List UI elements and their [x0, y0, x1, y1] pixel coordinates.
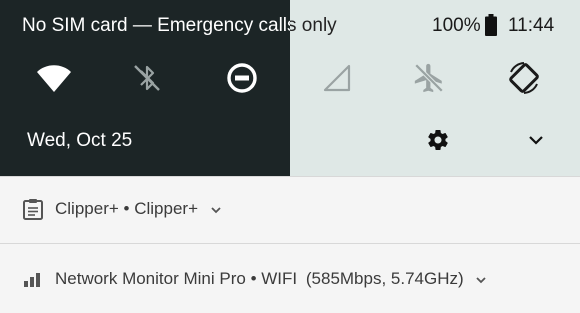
do-not-disturb-tile[interactable] — [222, 58, 262, 98]
airplane-mode-tile[interactable] — [409, 58, 449, 98]
notification-title: Clipper+ — [134, 199, 199, 218]
notification-network-monitor[interactable]: Network Monitor Mini Pro • WIFI (585Mbps… — [0, 243, 580, 313]
signal-bars-icon — [24, 273, 40, 287]
chevron-down-icon[interactable] — [474, 273, 488, 287]
wifi-icon — [37, 65, 71, 92]
airplane-mode-off-icon — [414, 63, 444, 93]
notification-header: Network Monitor Mini Pro • WIFI (585Mbps… — [55, 269, 488, 289]
expand-chevron-icon[interactable] — [524, 128, 548, 152]
screen-rotation-icon — [509, 62, 539, 94]
notification-app-name: Clipper+ — [55, 199, 119, 218]
sim-status-text-dark: No SIM card — Emergency calls only — [290, 15, 337, 36]
date-label: Wed, Oct 25 — [27, 130, 133, 151]
clipboard-icon — [23, 199, 43, 220]
separator-dot: • — [123, 199, 135, 218]
notification-detail: (585Mbps, 5.74GHz) — [305, 269, 464, 288]
notification-header: Clipper+ • Clipper+ — [55, 199, 223, 219]
notification-title: WIFI — [261, 269, 298, 288]
status-bar: No SIM card — Emergency calls only No SI… — [0, 0, 580, 56]
notification-clipper[interactable]: Clipper+ • Clipper+ — [0, 176, 580, 243]
wifi-tile[interactable] — [34, 58, 74, 98]
do-not-disturb-icon — [227, 63, 257, 93]
separator-dot: • — [250, 269, 262, 288]
battery-percentage: 100% — [432, 15, 481, 36]
chevron-down-icon[interactable] — [209, 203, 223, 217]
battery-full-icon — [485, 14, 497, 36]
bluetooth-off-icon — [134, 65, 160, 91]
cellular-tile[interactable] — [317, 58, 357, 98]
notification-app-name: Network Monitor Mini Pro — [55, 269, 246, 288]
settings-gear-icon[interactable] — [426, 128, 450, 152]
clock: 11:44 — [508, 15, 555, 36]
bluetooth-tile[interactable] — [127, 58, 167, 98]
quick-settings-shade: No SIM card — Emergency calls only No SI… — [0, 0, 580, 176]
auto-rotate-tile[interactable] — [504, 58, 544, 98]
cellular-signal-icon — [323, 64, 351, 92]
